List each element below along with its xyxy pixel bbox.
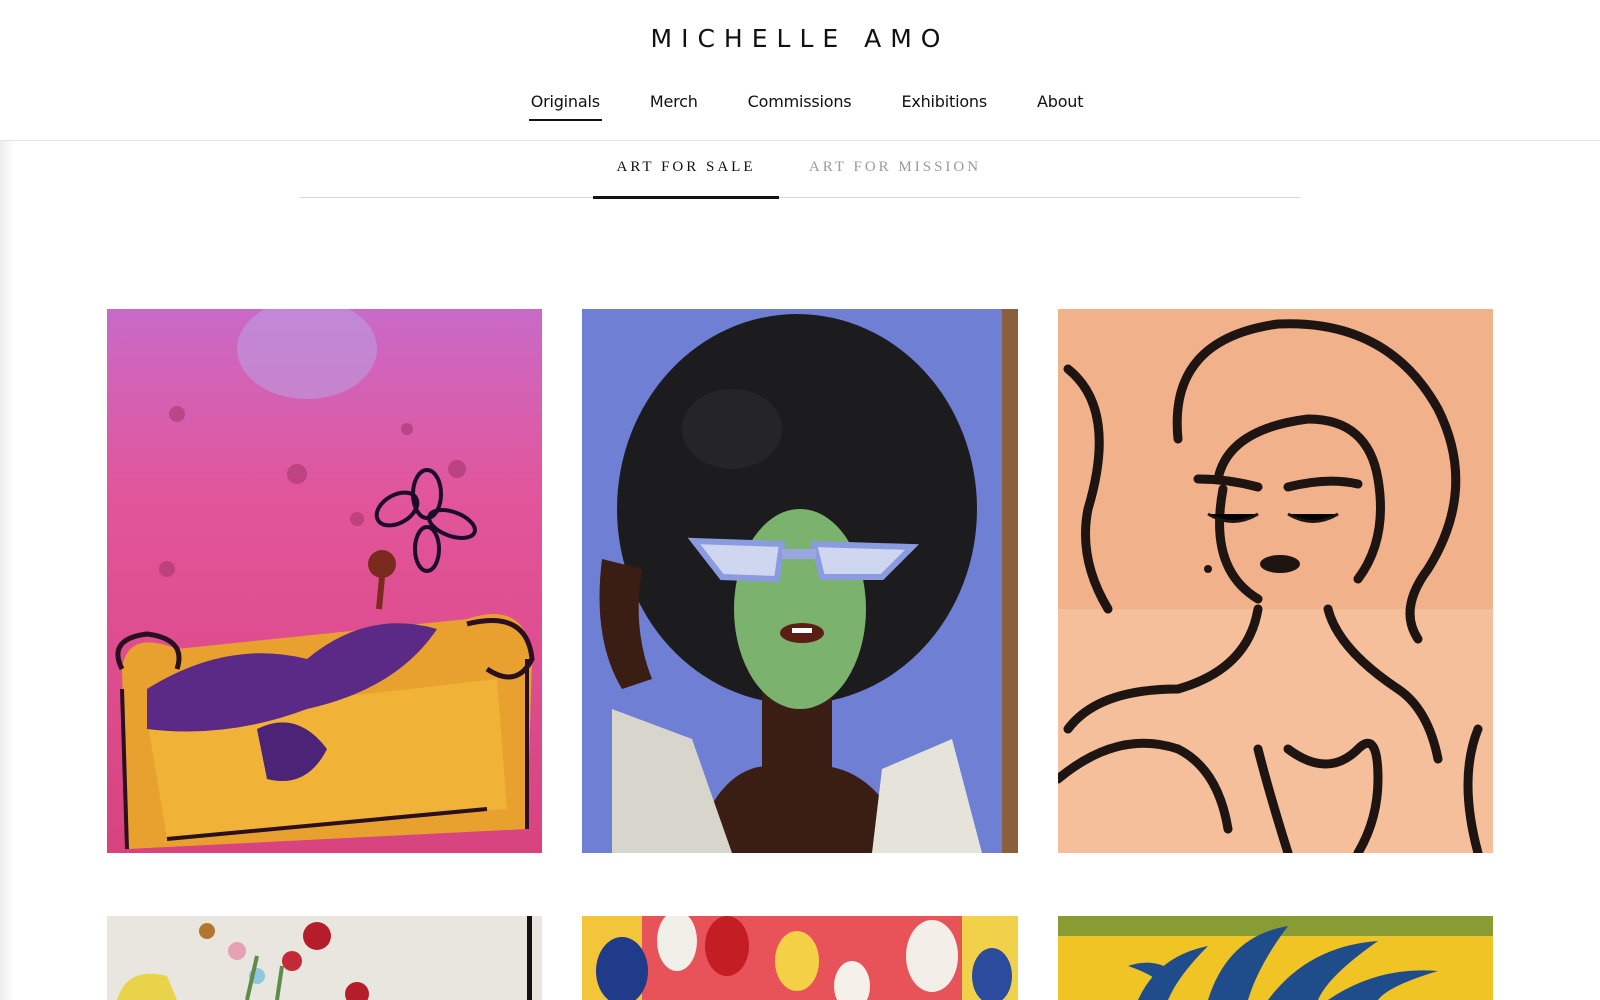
page-edge-shadow bbox=[0, 0, 14, 1000]
artwork-card-green-mask[interactable] bbox=[582, 309, 1018, 853]
nav-item-merch[interactable]: Merch bbox=[648, 92, 700, 121]
nav-item-originals[interactable]: Originals bbox=[528, 92, 603, 121]
site-logo[interactable]: MICHELLE AMO bbox=[0, 24, 1600, 53]
artwork-card-tulips[interactable] bbox=[582, 916, 1018, 1000]
main-nav: Originals Merch Commissions Exhibitions … bbox=[0, 92, 1600, 121]
collection-tabs: ART FOR SALE ART FOR MISSION bbox=[300, 142, 1300, 199]
artwork-image-line-portrait bbox=[1058, 309, 1493, 853]
artwork-image-pink-sofa bbox=[107, 309, 542, 853]
nav-item-about[interactable]: About bbox=[1035, 92, 1085, 121]
site-header: MICHELLE AMO Originals Merch Commissions… bbox=[0, 0, 1600, 141]
artwork-card-flower-vase[interactable] bbox=[107, 916, 542, 1000]
artwork-image-tulips bbox=[582, 916, 1018, 1000]
artwork-card-blue-plant[interactable] bbox=[1058, 916, 1493, 1000]
artwork-image-blue-plant bbox=[1058, 916, 1493, 1000]
nav-item-exhibitions[interactable]: Exhibitions bbox=[899, 92, 989, 121]
artwork-card-pink-sofa[interactable] bbox=[107, 309, 542, 853]
artwork-image-flower-vase bbox=[107, 916, 542, 1000]
nav-item-commissions[interactable]: Commissions bbox=[746, 92, 854, 121]
artwork-card-line-portrait[interactable] bbox=[1058, 309, 1493, 853]
artwork-image-green-mask bbox=[582, 309, 1018, 853]
tab-art-for-mission[interactable]: ART FOR MISSION bbox=[795, 159, 995, 198]
tab-art-for-sale[interactable]: ART FOR SALE bbox=[593, 159, 779, 199]
